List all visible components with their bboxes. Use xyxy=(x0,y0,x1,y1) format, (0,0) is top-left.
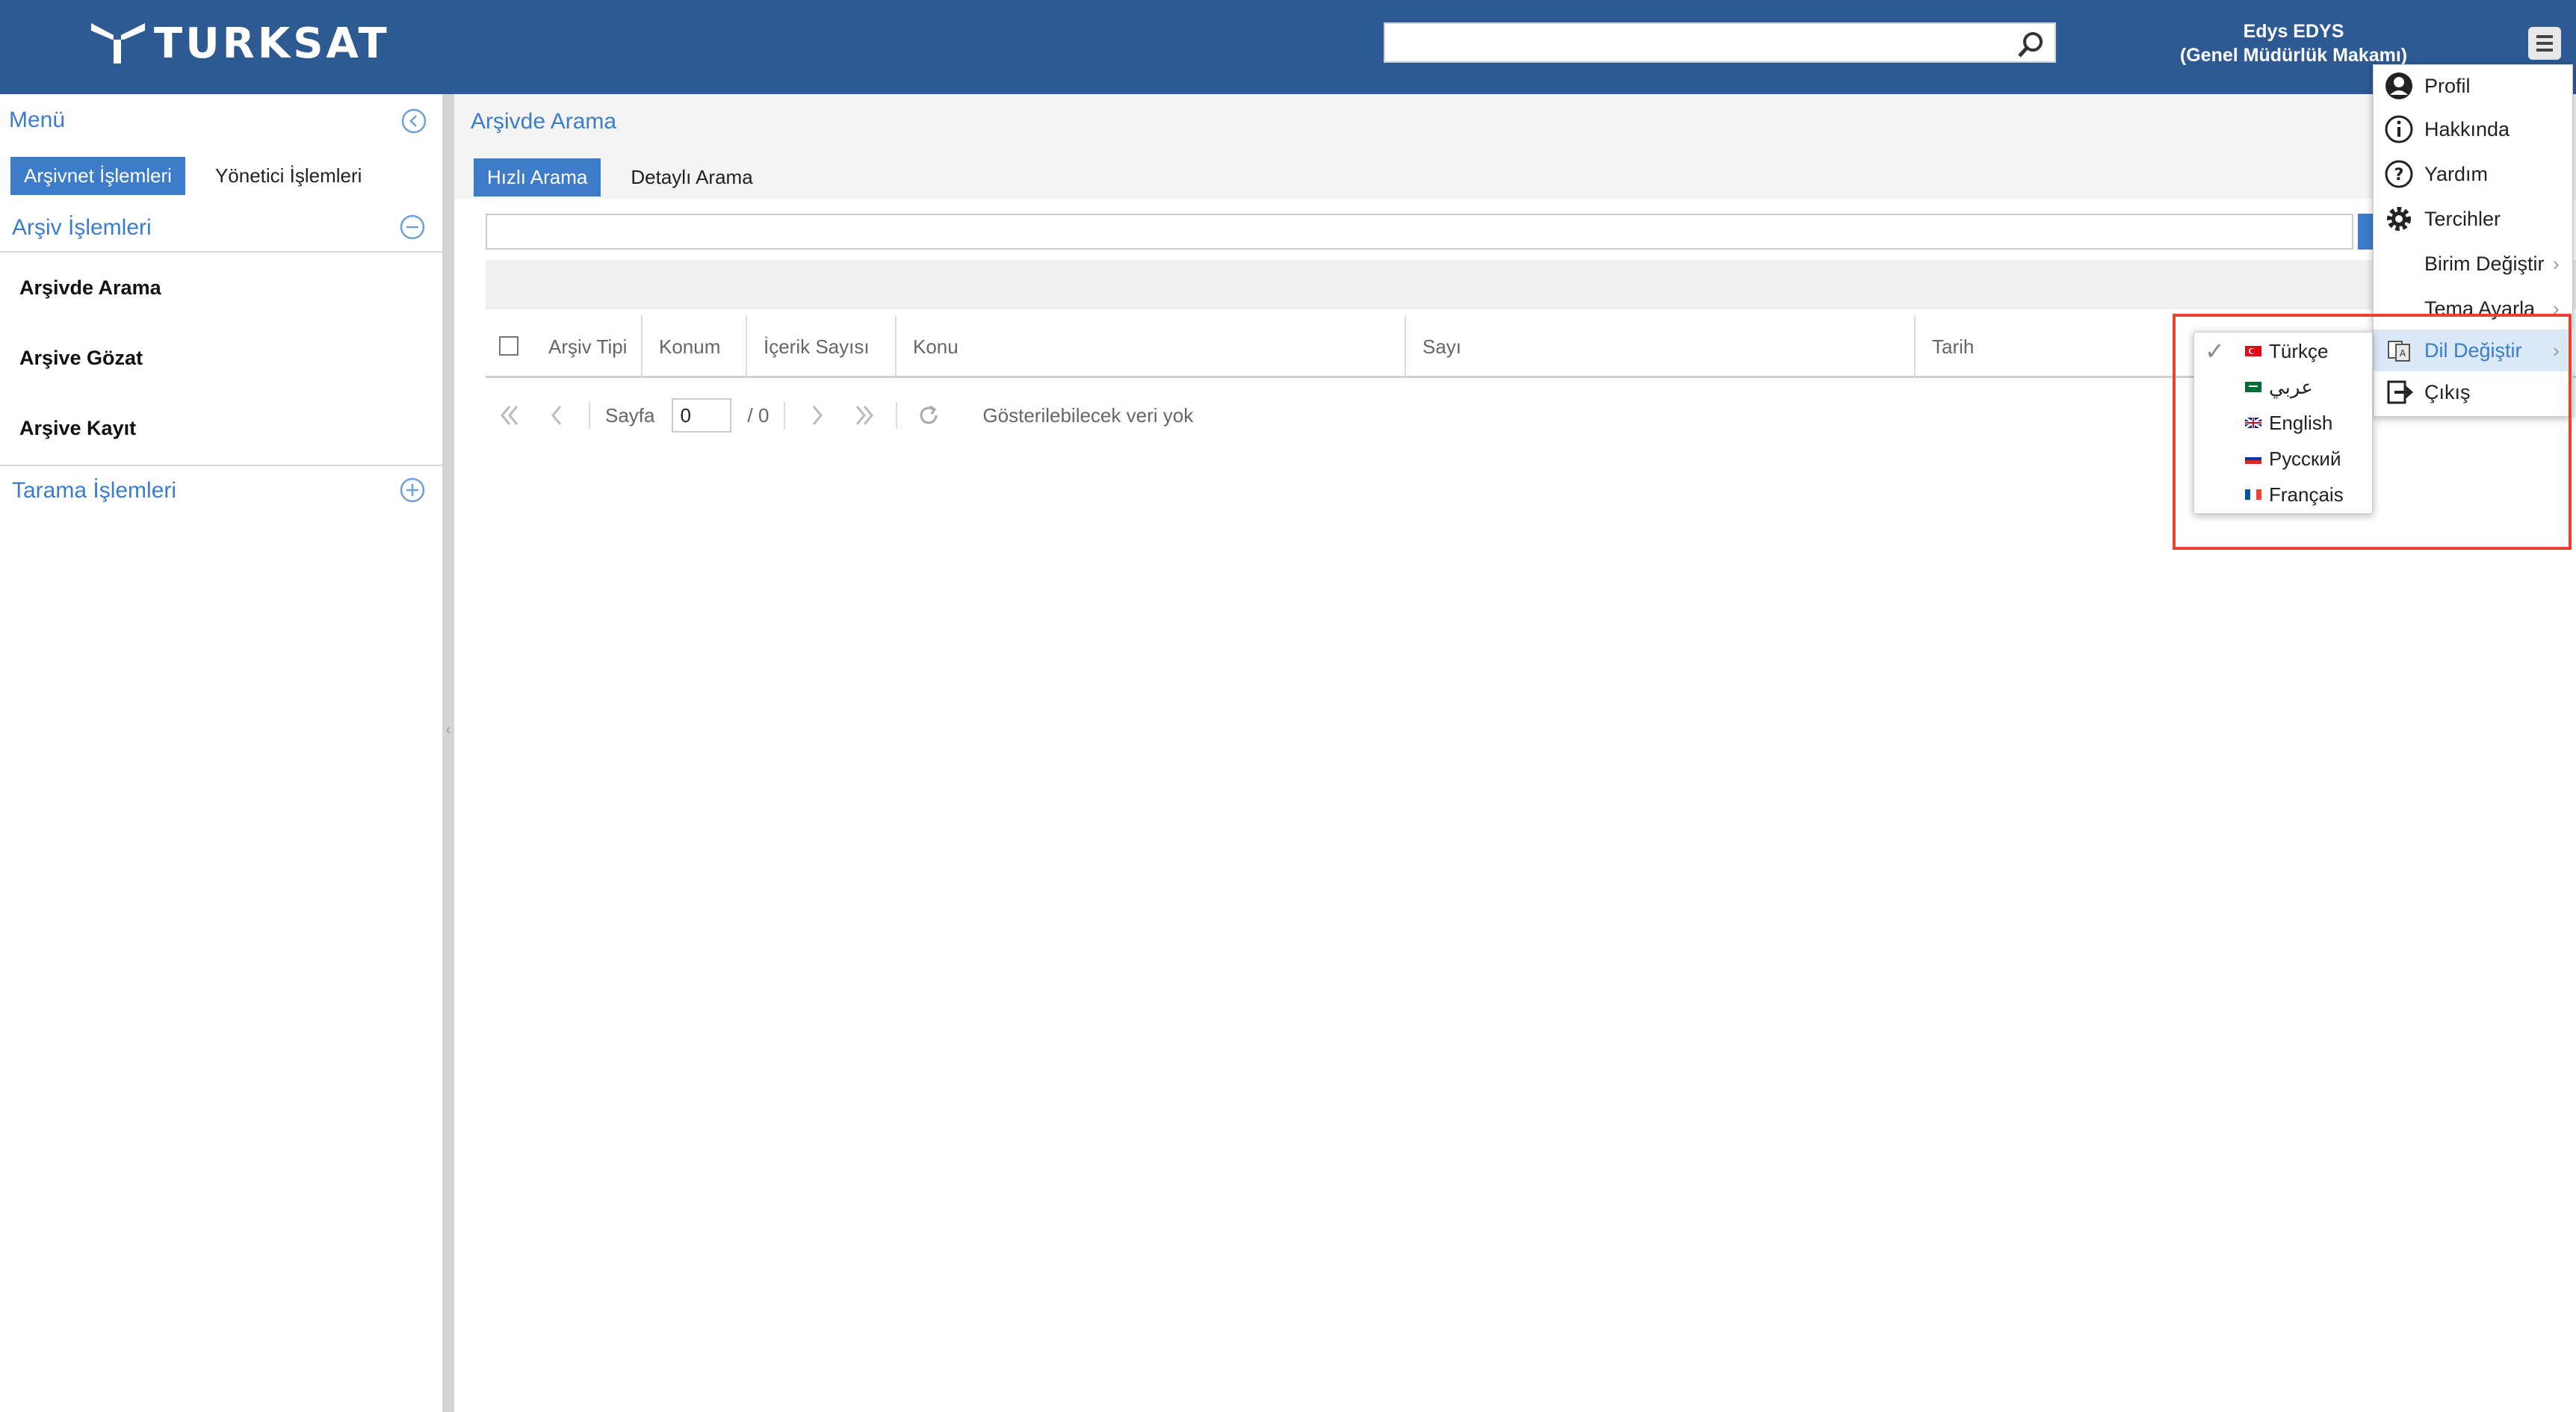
section-tarama-islemleri[interactable]: Tarama İşlemleri xyxy=(0,466,442,515)
hamburger-menu-button[interactable] xyxy=(2528,27,2561,60)
pager-separator xyxy=(896,402,898,429)
menu-item-tema-ayarla[interactable]: Tema Ayarla › xyxy=(2374,288,2574,329)
section-arsiv-islemleri[interactable]: Arşiv İşlemleri xyxy=(0,203,442,253)
profile-icon xyxy=(2384,71,2414,101)
quick-search-input[interactable] xyxy=(486,214,2353,250)
prev-page-icon[interactable] xyxy=(542,400,572,430)
expand-section-icon[interactable] xyxy=(399,477,426,504)
page-label: Sayfa xyxy=(605,403,655,427)
section-tarama-label: Tarama İşlemleri xyxy=(12,478,177,503)
menu-item-birim-degistir[interactable]: Birim Değiştir › xyxy=(2374,243,2574,285)
menu-item-profil[interactable]: Profil xyxy=(2374,65,2574,107)
user-info: Edys EDYS (Genel Müdürlük Makamı) xyxy=(2152,19,2436,67)
sidebar-item-arsive-kayit[interactable]: Arşive Kayıt xyxy=(19,417,136,440)
info-icon xyxy=(2384,114,2414,144)
sidebar-title: Menü xyxy=(9,108,66,132)
menu-item-tercihler[interactable]: Tercihler xyxy=(2374,198,2574,240)
svg-text:?: ? xyxy=(2394,166,2404,185)
collapse-section-icon[interactable] xyxy=(399,214,426,241)
language-option-arabic[interactable]: عربي xyxy=(2194,368,2374,404)
column-header-sayi[interactable]: Sayı xyxy=(1405,315,1914,378)
empty-data-message: Gösterilebilecek veri yok xyxy=(982,403,1194,427)
collapse-sidebar-icon[interactable] xyxy=(400,108,427,134)
search-icon[interactable] xyxy=(2016,30,2046,60)
language-option-french[interactable]: Français xyxy=(2194,476,2374,512)
turksat-logo-icon xyxy=(91,23,145,64)
ru-flag-icon xyxy=(2245,453,2261,464)
hamburger-icon xyxy=(2536,35,2553,38)
search-tabs: Hızlı Arama Detaylı Arama xyxy=(474,158,767,196)
column-header-icerik-sayisi[interactable]: İçerik Sayısı xyxy=(746,315,895,378)
first-page-icon[interactable] xyxy=(495,400,524,430)
sidebar-tabs: Arşivnet İşlemleri Yönetici İşlemleri xyxy=(10,157,375,195)
sidebar-item-arsivde-arama[interactable]: Arşivde Arama xyxy=(19,276,161,300)
logout-icon xyxy=(2384,377,2414,407)
language-option-russian[interactable]: Русский xyxy=(2194,440,2374,476)
column-header-arsiv-tipi[interactable]: Arşiv Tipi xyxy=(532,315,641,378)
chevron-right-icon: › xyxy=(2553,252,2560,275)
sidebar: Menü Arşivnet İşlemleri Yönetici İşlemle… xyxy=(0,94,442,1412)
gear-icon xyxy=(2384,204,2414,234)
tab-yonetici-islemleri[interactable]: Yönetici İşlemleri xyxy=(202,157,376,195)
menu-item-yardim[interactable]: ? Yardım xyxy=(2374,153,2574,195)
global-search-input[interactable] xyxy=(1385,24,1998,61)
tab-arsivnet-islemleri[interactable]: Arşivnet İşlemleri xyxy=(10,157,185,195)
last-page-icon[interactable] xyxy=(849,400,879,430)
menu-item-dil-degistir[interactable]: A Dil Değiştir › xyxy=(2374,329,2574,371)
tr-flag-icon xyxy=(2245,346,2261,356)
global-search xyxy=(1384,22,2056,63)
menu-item-hakkinda[interactable]: Hakkında xyxy=(2374,108,2574,150)
user-dropdown-menu: Profil Hakkında ? Yardım Tercihler Birim… xyxy=(2373,64,2574,417)
pager: Sayfa 0 / 0 Gösterilebilecek veri yok xyxy=(486,393,1201,438)
top-header: TURKSAT Edys EDYS (Genel Müdürlük Makamı… xyxy=(0,0,2576,94)
menu-item-cikis[interactable]: Çıkış xyxy=(2374,371,2574,413)
help-icon: ? xyxy=(2384,159,2414,189)
section-arsiv-label: Arşiv İşlemleri xyxy=(12,215,152,240)
page-total: / 0 xyxy=(747,403,770,427)
chevron-right-icon: › xyxy=(2553,338,2560,362)
pager-separator xyxy=(784,402,786,429)
checkmark-icon: ✓ xyxy=(2205,338,2225,365)
select-all-checkbox[interactable] xyxy=(499,336,518,356)
main-content: Arşivde Arama Hızlı Arama Detaylı Arama … xyxy=(454,94,2576,1412)
gb-flag-icon xyxy=(2245,418,2261,428)
sa-flag-icon xyxy=(2245,382,2261,392)
svg-text:A: A xyxy=(2400,348,2406,359)
language-option-english[interactable]: English xyxy=(2194,404,2374,440)
pager-separator xyxy=(589,402,590,429)
language-option-turkce[interactable]: ✓ Türkçe xyxy=(2194,332,2374,368)
user-name: Edys EDYS xyxy=(2243,21,2344,42)
turksat-logo[interactable]: TURKSAT xyxy=(88,19,390,68)
sidebar-item-arsive-gozat[interactable]: Arşive Gözat xyxy=(19,347,143,370)
language-submenu: ✓ Türkçe عربي English Русский Français xyxy=(2193,332,2373,514)
chevron-right-icon: › xyxy=(2553,297,2560,320)
refresh-icon[interactable] xyxy=(914,400,944,430)
column-header-konu[interactable]: Konu xyxy=(895,315,1405,378)
main-title-bar: Arşivde Arama Hızlı Arama Detaylı Arama xyxy=(454,94,2576,199)
sidebar-splitter[interactable]: ‹ xyxy=(442,94,454,1412)
splitter-handle-icon[interactable]: ‹ xyxy=(442,722,454,749)
fr-flag-icon xyxy=(2245,489,2261,500)
brand-name: TURKSAT xyxy=(154,19,390,68)
page-title: Arşivde Arama xyxy=(471,109,617,134)
next-page-icon[interactable] xyxy=(802,400,832,430)
tab-detayli-arama[interactable]: Detaylı Arama xyxy=(617,158,766,196)
page-number-input[interactable]: 0 xyxy=(671,398,731,433)
tab-hizli-arama[interactable]: Hızlı Arama xyxy=(474,158,601,196)
grid-toolbar xyxy=(486,260,2576,309)
column-header-konum[interactable]: Konum xyxy=(641,315,746,378)
language-icon: A xyxy=(2384,335,2414,365)
